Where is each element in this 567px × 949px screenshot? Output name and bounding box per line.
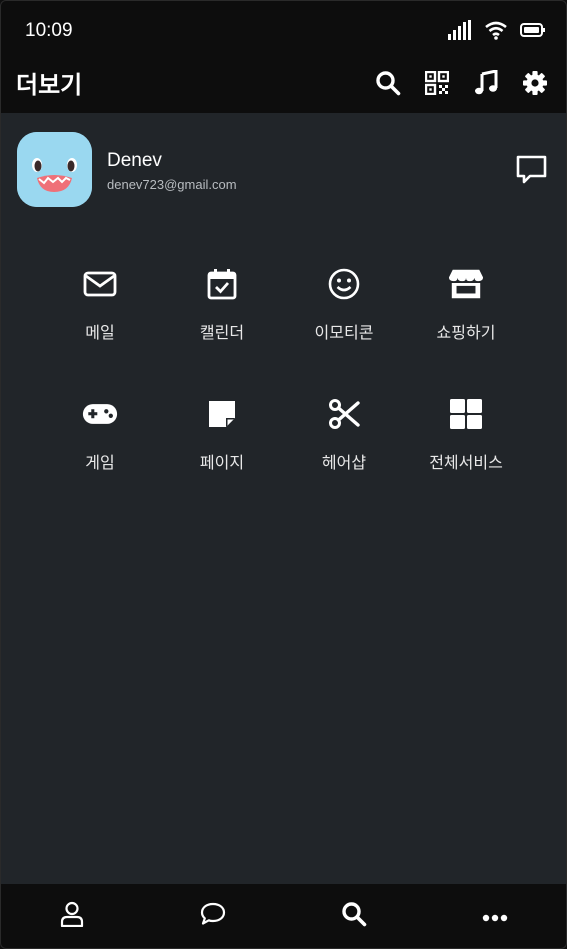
bottom-nav	[1, 884, 566, 948]
status-bar: 10:09	[1, 1, 566, 57]
service-all[interactable]: 전체서비스	[405, 393, 527, 523]
page-title: 더보기	[16, 71, 83, 99]
scissors-icon	[326, 396, 362, 432]
gear-icon[interactable]	[521, 69, 548, 96]
chat-icon	[200, 902, 226, 930]
status-time: 10:09	[25, 20, 73, 41]
phone-screen: 10:09 더보기 Denev denev723@gmail.com 메일 캘린…	[0, 0, 567, 949]
search-icon[interactable]	[374, 69, 401, 96]
service-row: 메일 캘린더 이모티콘 쇼핑하기	[39, 263, 529, 393]
tab-more[interactable]	[425, 884, 566, 948]
signal-icon	[448, 20, 472, 44]
service-game[interactable]: 게임	[39, 393, 161, 523]
service-page[interactable]: 페이지	[161, 393, 283, 523]
service-grid: 메일 캘린더 이모티콘 쇼핑하기 게임 페이지 헤어샵 전체서비스	[39, 263, 529, 523]
service-mail[interactable]: 메일	[39, 263, 161, 393]
service-label: 캘린더	[199, 323, 245, 342]
avatar[interactable]	[17, 132, 92, 207]
tab-friends[interactable]	[1, 884, 142, 948]
service-label: 쇼핑하기	[436, 323, 496, 342]
service-label: 메일	[85, 323, 115, 342]
person-icon	[60, 901, 84, 931]
more-icon	[482, 907, 508, 926]
service-row: 게임 페이지 헤어샵 전체서비스	[39, 393, 529, 523]
tab-search[interactable]	[284, 884, 425, 948]
service-shopping[interactable]: 쇼핑하기	[405, 263, 527, 393]
grid-icon	[448, 396, 484, 432]
smile-icon	[326, 266, 362, 302]
service-label: 게임	[85, 453, 115, 472]
profile-email: denev723@gmail.com	[107, 177, 237, 192]
appbar-actions	[374, 69, 548, 96]
store-icon	[448, 266, 484, 302]
wifi-icon	[484, 20, 508, 44]
app-bar: 더보기	[1, 57, 566, 113]
message-icon[interactable]	[515, 153, 549, 187]
profile-section[interactable]: Denev denev723@gmail.com	[1, 113, 566, 223]
service-label: 이모티콘	[314, 323, 374, 342]
music-note-icon[interactable]	[472, 69, 499, 96]
service-hairshop[interactable]: 헤어샵	[283, 393, 405, 523]
profile-name: Denev	[107, 150, 162, 171]
service-label: 페이지	[199, 453, 245, 472]
search-icon	[341, 901, 367, 931]
battery-icon	[520, 22, 546, 42]
page-icon	[204, 396, 240, 432]
gamepad-icon	[82, 396, 118, 432]
service-label: 전체서비스	[429, 453, 503, 472]
mail-icon	[82, 266, 118, 302]
service-label: 헤어샵	[321, 453, 367, 472]
service-emoticon[interactable]: 이모티콘	[283, 263, 405, 393]
status-icons	[448, 20, 546, 44]
calendar-icon	[204, 266, 240, 302]
tab-chats[interactable]	[142, 884, 283, 948]
qr-code-icon[interactable]	[423, 69, 450, 96]
service-calendar[interactable]: 캘린더	[161, 263, 283, 393]
